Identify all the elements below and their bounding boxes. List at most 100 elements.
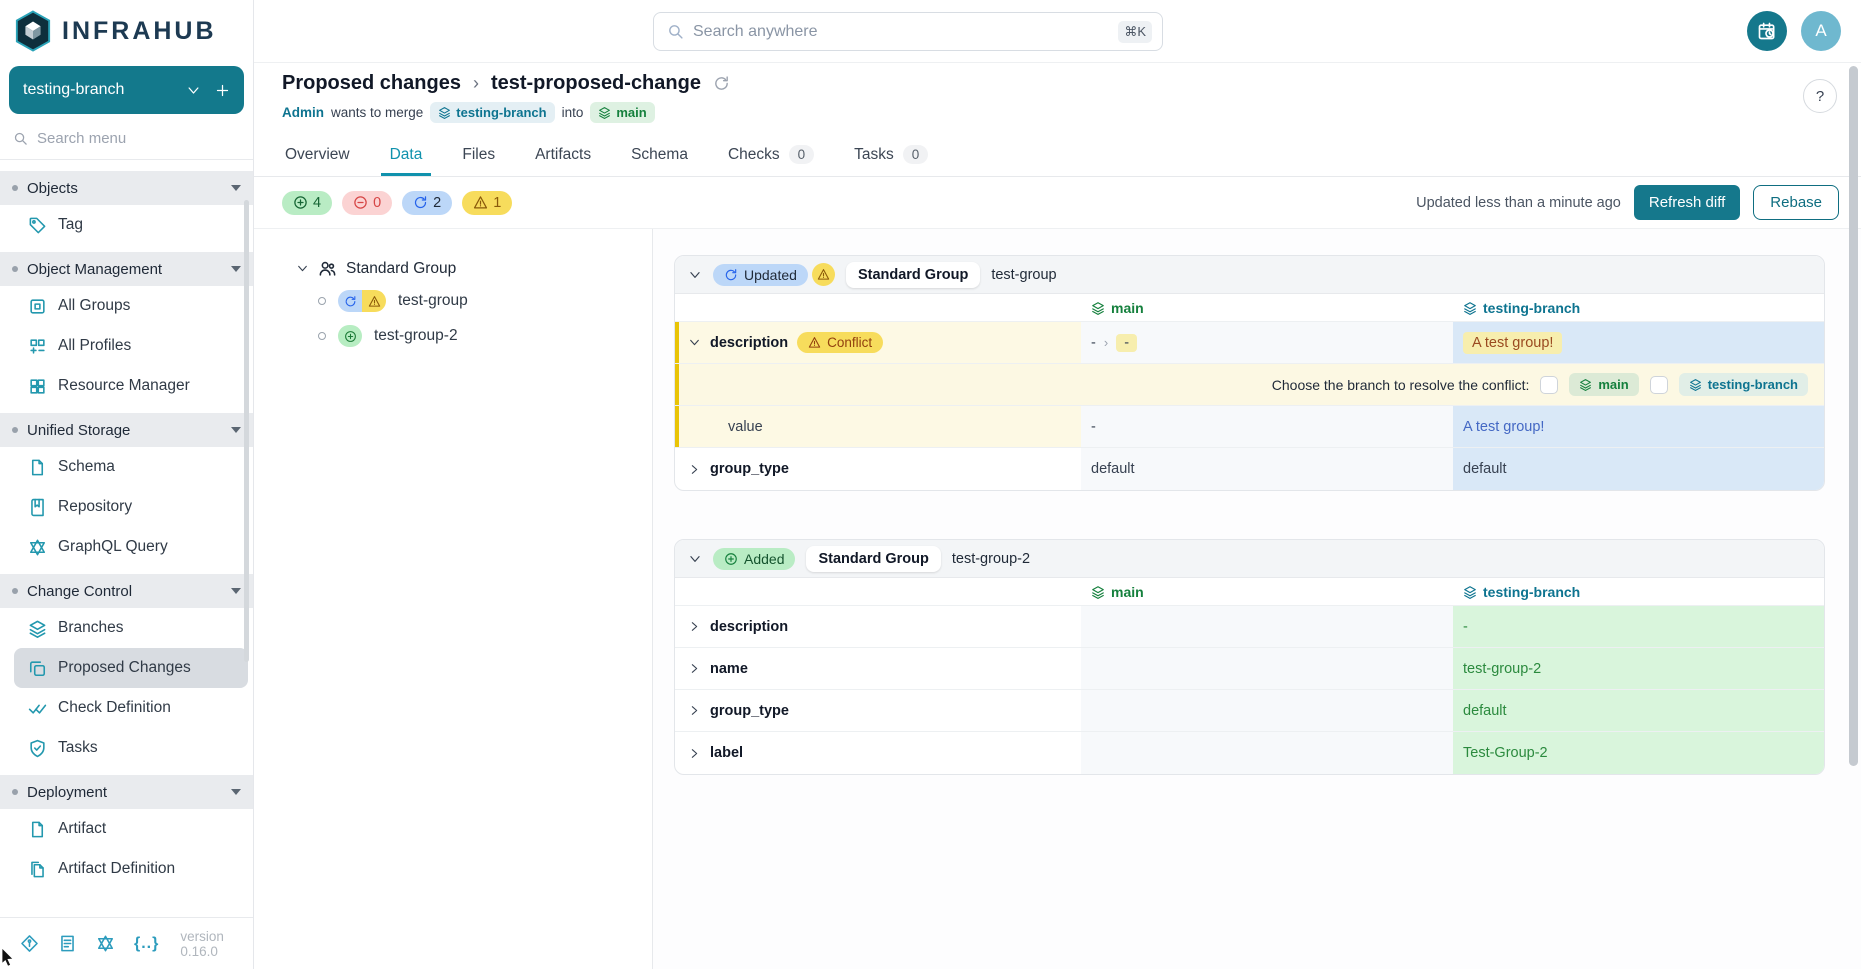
tasks-calendar-button[interactable] <box>1747 11 1787 51</box>
diff-tree-panel: Standard Group test-group test <box>254 229 653 969</box>
bullet-icon <box>12 588 18 594</box>
rebase-button[interactable]: Rebase <box>1753 185 1839 220</box>
sidebar-item-resource-manager[interactable]: Resource Manager <box>0 366 253 406</box>
sidebar-item-artifact[interactable]: Artifact <box>0 809 253 849</box>
graphql-sandbox-icon[interactable] <box>96 934 115 953</box>
git-icon[interactable] <box>20 934 39 953</box>
page-header: Proposed changes › test-proposed-change … <box>254 62 1861 133</box>
tab-files[interactable]: Files <box>445 133 512 176</box>
main-value-cell <box>1081 690 1453 731</box>
chevron-right-icon[interactable] <box>688 704 701 717</box>
branch-value-cell: default <box>1453 448 1824 490</box>
menu-search <box>0 118 253 160</box>
global-search: ⌘K <box>653 12 1163 51</box>
sidebar-item-tasks[interactable]: Tasks <box>0 728 253 768</box>
main-value-cell <box>1081 732 1453 774</box>
collapse-caret-icon <box>231 789 241 795</box>
breadcrumb-proposed-changes[interactable]: Proposed changes <box>282 72 461 95</box>
create-branch-button[interactable] <box>215 83 230 98</box>
updated-count-badge: 2 <box>402 191 452 215</box>
column-testing-branch: testing-branch <box>1453 584 1824 600</box>
global-search-input[interactable] <box>693 23 1109 41</box>
tree-node-test-group-2[interactable]: test-group-2 <box>318 325 652 347</box>
refresh-icon[interactable] <box>713 75 730 92</box>
tab-tasks[interactable]: Tasks 0 <box>837 133 945 176</box>
resolve-branch-pill[interactable]: testing-branch <box>1679 373 1808 396</box>
diff-toolbar-actions: Updated less than a minute ago Refresh d… <box>1416 185 1839 220</box>
sidebar-item-all-groups[interactable]: All Groups <box>0 286 253 326</box>
nav-group-deployment[interactable]: Deployment <box>0 775 253 809</box>
chevron-right-icon[interactable] <box>688 747 701 760</box>
groups-icon <box>28 297 47 316</box>
diff-column-headers: main testing-branch <box>675 294 1824 322</box>
tab-data[interactable]: Data <box>373 133 440 176</box>
logo[interactable]: INFRAHUB <box>0 0 253 56</box>
nav-group-object-management[interactable]: Object Management <box>0 252 253 286</box>
branch-selector[interactable]: testing-branch <box>9 66 244 114</box>
tree-node-standard-group[interactable]: Standard Group <box>296 259 652 278</box>
added-mini-badge <box>338 325 362 347</box>
nav-group-unified-storage[interactable]: Unified Storage <box>0 413 253 447</box>
bullet-icon <box>12 427 18 433</box>
resolve-main-checkbox[interactable] <box>1540 376 1558 394</box>
data-diff-content: Standard Group test-group test <box>254 229 1861 969</box>
chevron-right-icon[interactable] <box>688 463 701 476</box>
tab-overview[interactable]: Overview <box>268 133 367 176</box>
nav-group-change-control[interactable]: Change Control <box>0 574 253 608</box>
collapse-caret-icon <box>231 266 241 272</box>
breadcrumb-separator: › <box>473 73 479 94</box>
diff-card-header[interactable]: Added Standard Group test-group-2 <box>675 540 1824 578</box>
refresh-icon <box>724 268 738 282</box>
diff-card-header[interactable]: Updated Standard Group test-group <box>675 256 1824 294</box>
refresh-icon <box>344 295 357 308</box>
conflict-count-badge: 1 <box>462 191 512 215</box>
chevron-down-icon[interactable] <box>688 268 702 282</box>
sidebar-item-check-definition[interactable]: Check Definition <box>0 688 253 728</box>
resolve-branch-checkbox[interactable] <box>1650 376 1668 394</box>
sidebar-item-all-profiles[interactable]: All Profiles <box>0 326 253 366</box>
layers-icon <box>1091 301 1105 315</box>
window-scrollbar[interactable] <box>1849 66 1858 766</box>
node-status-badges <box>338 290 386 312</box>
resolve-main-pill[interactable]: main <box>1569 373 1638 396</box>
main-value-cell: - <box>1081 406 1453 447</box>
search-icon <box>13 131 28 146</box>
diff-row-group-type: group_type default <box>675 690 1824 732</box>
plus-circle-icon <box>724 552 738 566</box>
avatar[interactable]: A <box>1801 11 1841 51</box>
sidebar-item-proposed-changes[interactable]: Proposed Changes <box>14 648 248 688</box>
sidebar-item-schema[interactable]: Schema <box>0 447 253 487</box>
chevron-down-icon[interactable] <box>688 552 702 566</box>
source-branch-badge: testing-branch <box>430 102 554 123</box>
main-value-cell <box>1081 648 1453 689</box>
swagger-icon[interactable]: {..} <box>134 935 159 953</box>
bullet-icon <box>12 789 18 795</box>
tab-artifacts[interactable]: Artifacts <box>518 133 608 176</box>
docs-icon[interactable] <box>58 934 77 953</box>
sidebar-item-artifact-definition[interactable]: Artifact Definition <box>0 849 253 889</box>
sidebar-item-repository[interactable]: Repository <box>0 487 253 527</box>
property-name: value <box>728 419 763 435</box>
refresh-diff-button[interactable]: Refresh diff <box>1634 185 1740 220</box>
removed-count-badge: 0 <box>342 191 392 215</box>
sidebar-nav: Objects Tag Object Management All Groups… <box>0 160 253 917</box>
chevron-down-icon[interactable] <box>688 336 701 349</box>
tree-node-test-group[interactable]: test-group <box>318 290 652 312</box>
branch-value-cell: default <box>1453 690 1824 731</box>
branch-value-cell: - <box>1453 606 1824 647</box>
tab-checks[interactable]: Checks 0 <box>711 133 831 176</box>
branch-value-cell: A test group! <box>1453 406 1824 447</box>
chevron-right-icon[interactable] <box>688 620 701 633</box>
menu-search-input[interactable] <box>37 130 197 147</box>
sidebar-item-branches[interactable]: Branches <box>0 608 253 648</box>
sidebar-item-tag[interactable]: Tag <box>0 205 253 245</box>
chevron-right-icon[interactable] <box>688 662 701 675</box>
layers-icon <box>598 106 611 119</box>
tab-schema[interactable]: Schema <box>614 133 705 176</box>
layers-icon <box>1463 301 1477 315</box>
sidebar-scrollbar[interactable] <box>244 200 249 662</box>
diff-cards: Updated Standard Group test-group main <box>653 229 1861 969</box>
help-button[interactable]: ? <box>1803 79 1837 113</box>
nav-group-objects[interactable]: Objects <box>0 171 253 205</box>
sidebar-item-graphql-query[interactable]: GraphQL Query <box>0 527 253 567</box>
